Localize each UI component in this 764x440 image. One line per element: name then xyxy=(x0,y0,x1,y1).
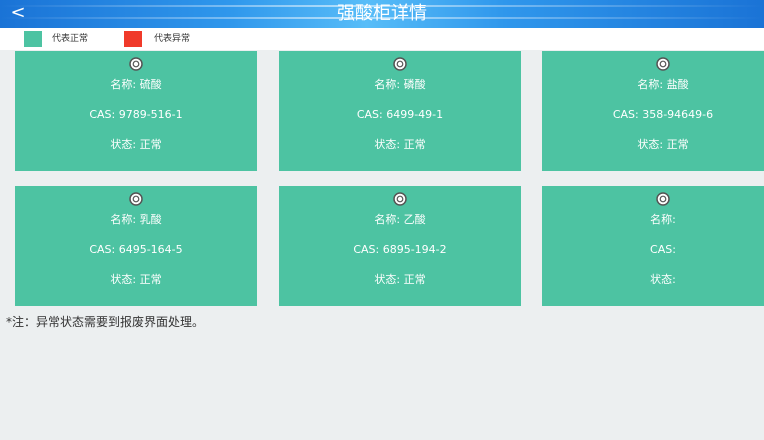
cas-number: CAS: 6895-194-2 xyxy=(353,243,447,256)
cabinet-card[interactable]: 名称: CAS: 状态: xyxy=(542,186,764,306)
chemical-name: 名称: 乙酸 xyxy=(374,213,426,226)
footnote: *注：异常状态需要到报废界面处理。 xyxy=(6,315,205,329)
status-text: 状态: 正常 xyxy=(374,273,426,286)
page-title: 强酸柜详情 xyxy=(337,3,427,24)
cabinet-card[interactable]: 名称: 乙酸 CAS: 6895-194-2 状态: 正常 xyxy=(279,186,521,306)
chemical-name: 名称: 盐酸 xyxy=(637,78,689,91)
status-text: 状态: 正常 xyxy=(110,273,162,286)
chemical-name: 名称: 硫酸 xyxy=(110,78,162,91)
cabinet-card[interactable]: 名称: 硫酸 CAS: 9789-516-1 状态: 正常 xyxy=(15,51,257,171)
cas-number: CAS: xyxy=(650,243,676,256)
status-text: 状态: 正常 xyxy=(110,138,162,151)
legend-label-normal: 代表正常 xyxy=(52,34,89,44)
acid-icon xyxy=(656,192,670,206)
cas-number: CAS: 6499-49-1 xyxy=(356,108,444,121)
cas-number: CAS: 6495-164-5 xyxy=(89,243,183,256)
cabinet-card[interactable]: 名称: 乳酸 CAS: 6495-164-5 状态: 正常 xyxy=(15,186,257,306)
acid-icon xyxy=(129,192,143,206)
status-text: 状态: xyxy=(650,273,676,286)
status-text: 状态: 正常 xyxy=(374,138,426,151)
acid-icon xyxy=(393,57,407,71)
chemical-name: 名称: xyxy=(650,213,676,226)
acid-icon xyxy=(129,57,143,71)
legend-swatch-normal xyxy=(24,31,42,47)
cabinet-card[interactable]: 名称: 盐酸 CAS: 358-94649-6 状态: 正常 xyxy=(542,51,764,171)
legend-label-abnormal: 代表异常 xyxy=(154,34,191,44)
status-text: 状态: 正常 xyxy=(637,138,689,151)
acid-icon xyxy=(393,192,407,206)
legend-bar: 代表正常 代表异常 xyxy=(0,28,764,50)
cabinet-card[interactable]: 名称: 磷酸 CAS: 6499-49-1 状态: 正常 xyxy=(279,51,521,171)
chemical-name: 名称: 乳酸 xyxy=(110,213,162,226)
cas-number: CAS: 358-94649-6 xyxy=(612,108,714,121)
legend-swatch-abnormal xyxy=(124,31,142,47)
cas-number: CAS: 9789-516-1 xyxy=(89,108,183,121)
acid-icon xyxy=(656,57,670,71)
title-bar: < 强酸柜详情 xyxy=(0,0,764,28)
chemical-name: 名称: 磷酸 xyxy=(374,78,426,91)
